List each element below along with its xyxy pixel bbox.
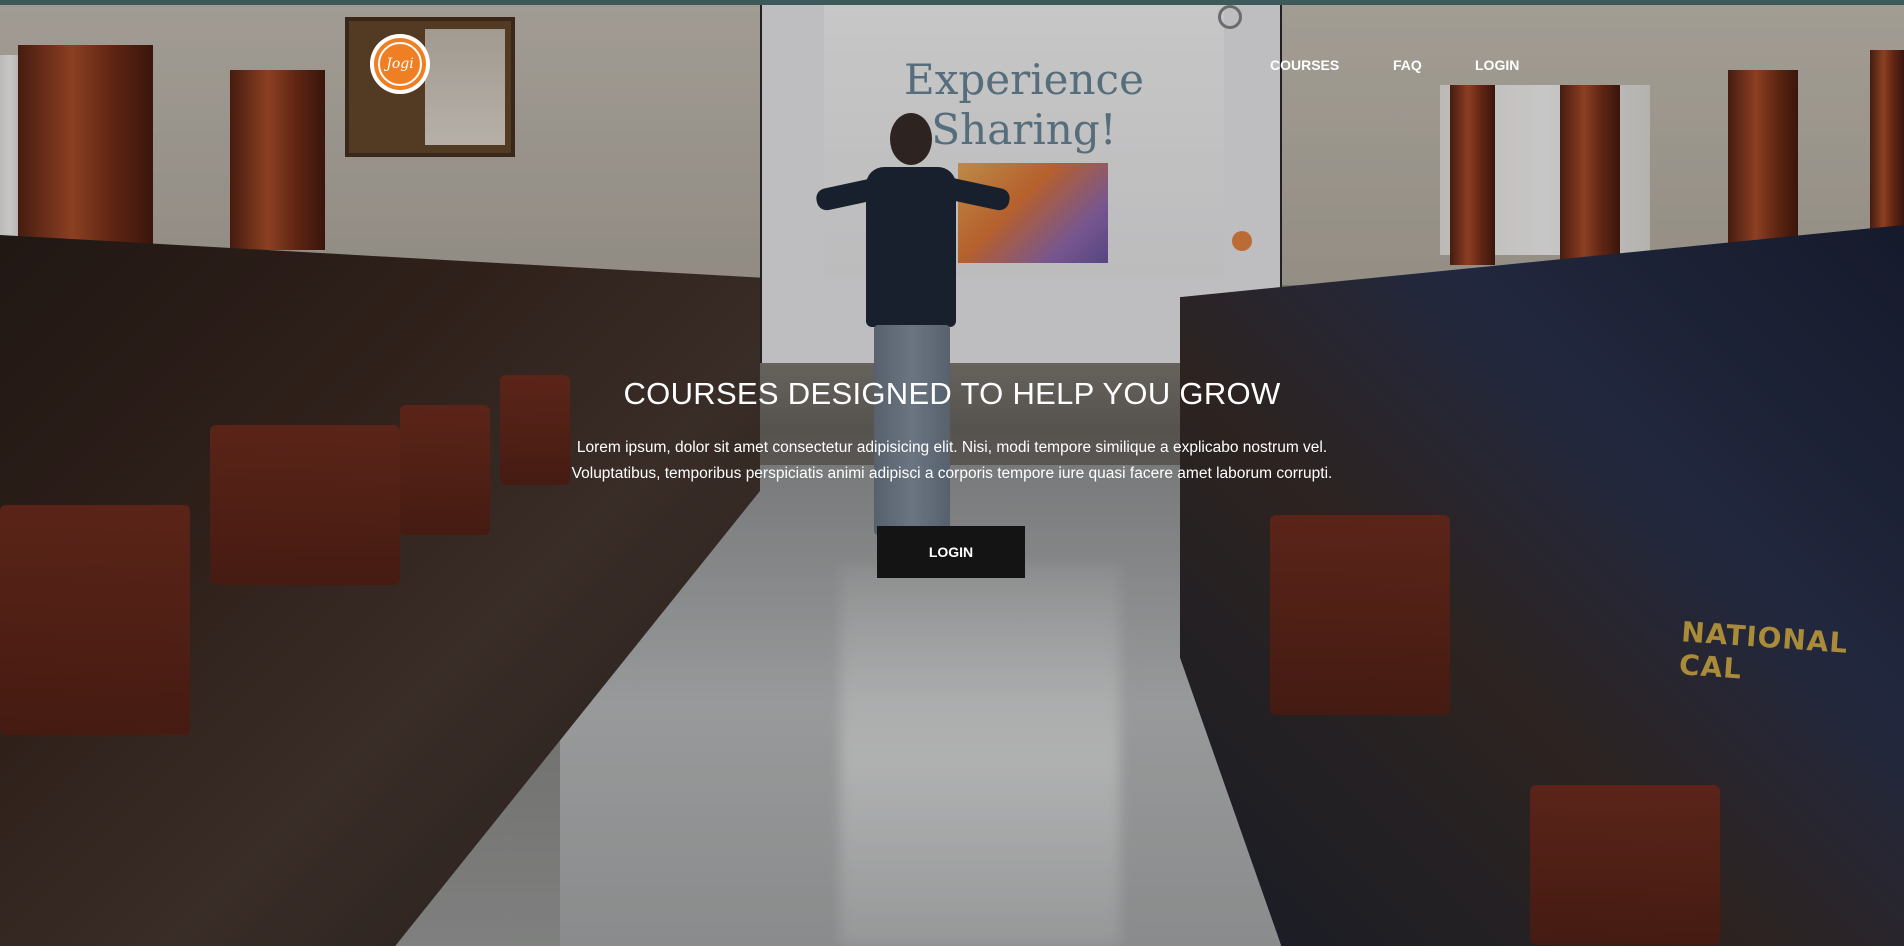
nav-link-faq[interactable]: FAQ	[1393, 57, 1422, 73]
hero-dark-overlay	[0, 5, 1904, 946]
site-logo[interactable]: Jogi	[370, 34, 430, 94]
nav-link-login[interactable]: LOGIN	[1475, 57, 1519, 73]
nav-link-courses[interactable]: COURSES	[1270, 57, 1339, 73]
hero-login-button[interactable]: LOGIN	[877, 526, 1025, 578]
logo-text: Jogi	[378, 42, 422, 86]
landing-page: Experience Sharing! NATIONAL CAL Jogi CO…	[0, 0, 1904, 946]
top-accent-bar	[0, 0, 1904, 5]
